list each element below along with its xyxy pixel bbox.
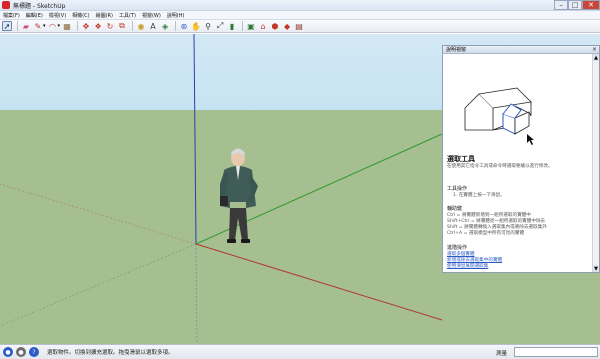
zoom-extents-icon[interactable]: ⤢ bbox=[215, 21, 225, 31]
dropdown-caret-icon[interactable]: ▾ bbox=[43, 23, 46, 29]
operation-step: 1. 在實體上按一下滑鼠。 bbox=[453, 193, 505, 198]
instructor-content: 選取工具 在使用其它指令工具或命令時選取要繪以進行修改。 工具操作 1. 在實體… bbox=[443, 54, 593, 272]
toolbar-separator bbox=[132, 21, 134, 31]
rotate-icon[interactable]: ↻ bbox=[105, 21, 115, 31]
advanced-link[interactable]: 使用滑鼠展開選取集 bbox=[447, 263, 488, 269]
toolbar-separator bbox=[17, 21, 18, 31]
advanced-heading: 進階操作 bbox=[447, 245, 468, 251]
push-pull-icon[interactable]: ❖ bbox=[93, 21, 103, 31]
menu-edit[interactable]: 編輯(E) bbox=[26, 12, 43, 19]
instructor-title-bar[interactable]: 說明視窗 × bbox=[443, 46, 599, 54]
warehouse-icon[interactable]: ⌂ bbox=[258, 21, 268, 31]
eraser-icon[interactable]: ▰ bbox=[21, 21, 31, 31]
operation-heading: 工具操作 bbox=[447, 186, 468, 192]
tool-description: 在使用其它指令工具或命令時選取要繪以進行修改。 bbox=[447, 164, 553, 169]
measurements-label: 測量 bbox=[496, 351, 508, 357]
maximize-button[interactable]: □ bbox=[568, 0, 582, 10]
share-component-icon[interactable]: ⬢ bbox=[270, 21, 280, 31]
scroll-up-icon[interactable]: ▲ bbox=[593, 54, 599, 61]
status-bar: ● ● ? 選取物件。切換到擴充選取。拖曳滑鼠以選取多項。 測量 bbox=[0, 344, 600, 359]
instructor-toggle-icon[interactable]: ? bbox=[29, 347, 39, 357]
credits-icon[interactable]: ● bbox=[16, 347, 26, 357]
pencil-icon[interactable]: ✎ bbox=[33, 21, 43, 31]
minimize-button[interactable]: – bbox=[554, 0, 568, 10]
offset-icon[interactable]: ⧉ bbox=[117, 21, 127, 31]
instructor-panel: 說明視窗 × 選取工具 在使用其它指令工具或命令時選取要繪以進行修改。 工具操作… bbox=[442, 45, 600, 273]
select-arrow-icon[interactable]: ➚ bbox=[2, 21, 12, 31]
menu-help[interactable]: 說明(H) bbox=[167, 12, 185, 19]
menu-bar: 檔案(F) 編輯(E) 檢視(V) 相機(C) 繪圖(R) 工具(T) 視窗(W… bbox=[0, 11, 600, 20]
layout-icon[interactable]: ▤ bbox=[294, 21, 304, 31]
toolbar-separator bbox=[175, 21, 177, 31]
model-info-icon[interactable]: ▮ bbox=[227, 21, 237, 31]
toolbar-separator bbox=[242, 21, 244, 31]
instructor-title: 說明視窗 bbox=[446, 47, 467, 53]
instructor-scrollbar[interactable]: ▲ ▼ bbox=[592, 54, 599, 272]
menu-file[interactable]: 檔案(F) bbox=[3, 12, 20, 19]
pan-icon[interactable]: ✋ bbox=[191, 21, 201, 31]
modifier-keys-heading: 輔助鍵 bbox=[447, 206, 463, 212]
window-controls: – □ ✕ bbox=[554, 0, 600, 10]
red-axis-hidden bbox=[0, 183, 197, 245]
red-axis bbox=[195, 243, 443, 321]
move-icon[interactable]: ✥ bbox=[81, 21, 91, 31]
window-title: 無標題 - SketchUp bbox=[13, 2, 66, 10]
modifier-line: Ctrl+A = 選取模型中所有可見的實體 bbox=[447, 231, 525, 236]
text-icon[interactable]: A bbox=[148, 21, 158, 31]
green-axis-hidden bbox=[0, 243, 197, 327]
tape-measure-icon[interactable]: ◉ bbox=[136, 21, 146, 31]
menu-tools[interactable]: 工具(T) bbox=[119, 12, 136, 19]
sketchup-logo-icon bbox=[2, 1, 10, 9]
rectangle-icon[interactable]: ▦ bbox=[62, 21, 72, 31]
scroll-down-icon[interactable]: ▼ bbox=[593, 265, 599, 272]
menu-draw[interactable]: 繪圖(R) bbox=[96, 12, 113, 19]
menu-view[interactable]: 檢視(V) bbox=[49, 12, 66, 19]
zoom-icon[interactable]: ⚲ bbox=[203, 21, 213, 31]
select-tool-illustration bbox=[464, 87, 534, 145]
geo-location-icon[interactable]: ● bbox=[3, 347, 13, 357]
blue-axis bbox=[193, 34, 197, 245]
blue-axis-hidden bbox=[195, 243, 198, 344]
arc-icon[interactable]: ◠ bbox=[48, 21, 58, 31]
paint-bucket-icon[interactable]: ◈ bbox=[160, 21, 170, 31]
dropdown-caret-icon[interactable]: ▾ bbox=[58, 23, 61, 29]
menu-camera[interactable]: 相機(C) bbox=[72, 12, 89, 19]
orbit-icon[interactable]: ⊛ bbox=[179, 21, 189, 31]
main-toolbar: ➚ ▰ ✎ ▾ ◠ ▾ ▦ ✥ ❖ ↻ ⧉ ◉ A ◈ ⊛ ✋ ⚲ ⤢ ▮ ▣ ⌂ ⬢ ◆ ▤ bbox=[0, 20, 600, 33]
toolbar-separator bbox=[77, 21, 79, 31]
title-bar: 無標題 - SketchUp – □ ✕ bbox=[0, 0, 600, 11]
measurements-input[interactable] bbox=[514, 347, 598, 357]
status-hint: 選取物件。切換到擴充選取。拖曳滑鼠以選取多項。 bbox=[47, 350, 174, 356]
instructor-close-button[interactable]: × bbox=[592, 46, 597, 53]
tool-name-heading: 選取工具 bbox=[447, 155, 475, 163]
components-icon[interactable]: ▣ bbox=[246, 21, 256, 31]
scale-figure bbox=[220, 148, 258, 243]
extension-icon[interactable]: ◆ bbox=[282, 21, 292, 31]
close-button[interactable]: ✕ bbox=[582, 0, 600, 10]
menu-window[interactable]: 視窗(W) bbox=[142, 12, 161, 19]
